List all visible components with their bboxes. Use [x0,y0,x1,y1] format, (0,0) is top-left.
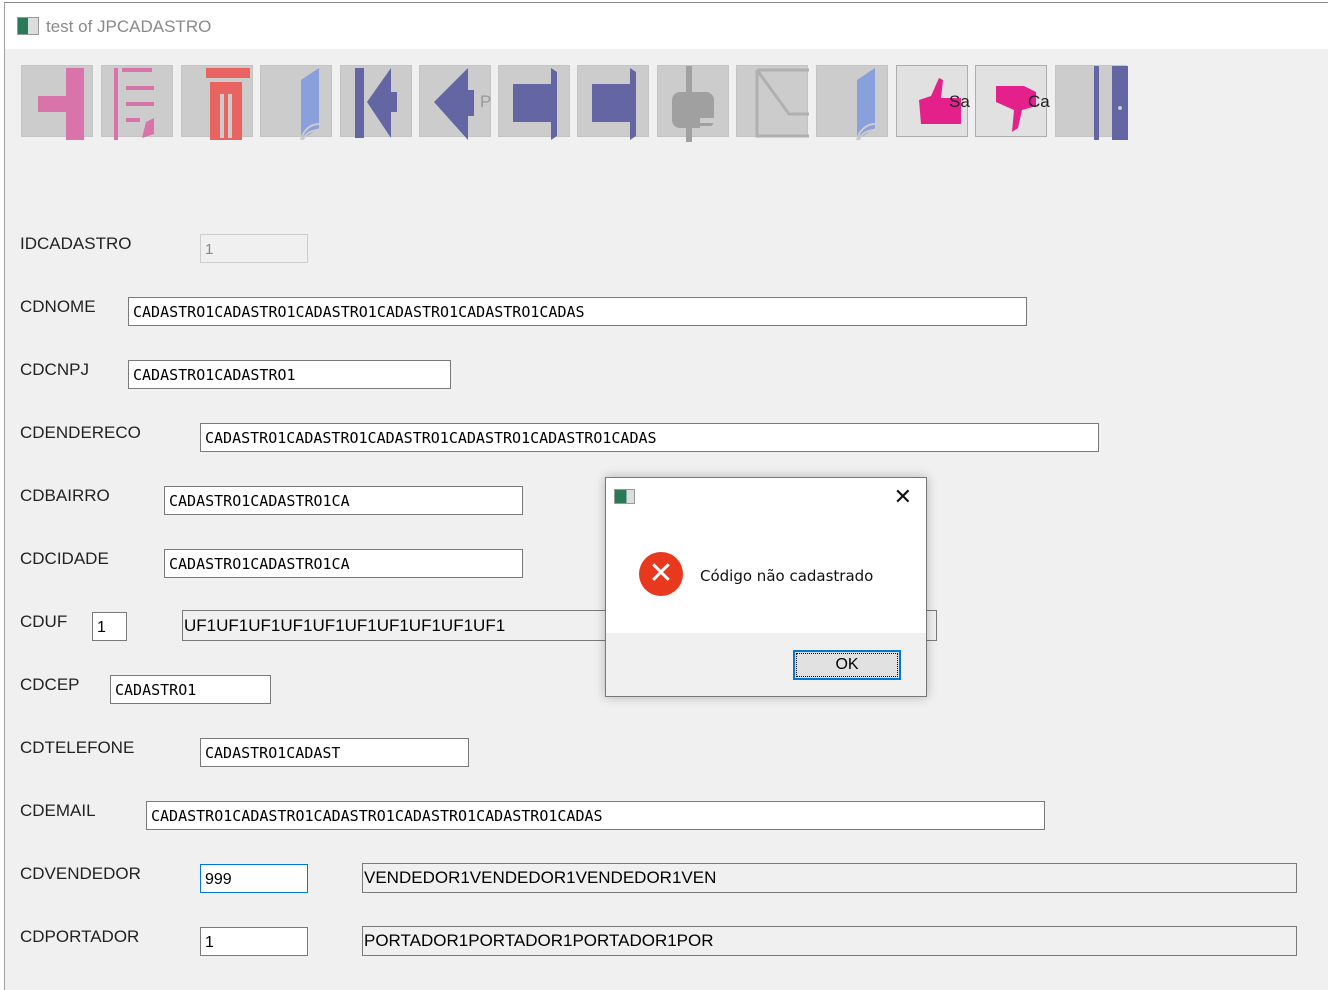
cdcep-input[interactable]: CADASTRO1 [110,675,271,704]
cdnome-input[interactable]: CADASTRO1CADASTRO1CADASTRO1CADASTRO1CADA… [128,297,1027,326]
title-bar: test of JPCADASTRO [5,3,1328,49]
label-cdendereco: CDENDERECO [20,423,141,442]
envelope-icon [755,68,809,138]
cdendereco-input[interactable]: CADASTRO1CADASTRO1CADASTRO1CADASTRO1CADA… [200,423,1099,452]
edit-button[interactable] [101,65,173,140]
new-button[interactable] [21,65,93,140]
cdportador-description: PORTADOR1PORTADOR1PORTADOR1POR [362,926,1297,956]
close-icon[interactable]: ✕ [894,486,912,508]
cdbairro-input[interactable]: CADASTRO1CADASTRO1CA [164,486,523,515]
plus-icon [38,68,84,140]
error-icon: ✕ [639,552,683,596]
delete-button[interactable] [181,65,253,140]
save-button[interactable]: Sa [896,65,970,137]
label-cduf: CDUF [20,612,68,631]
book-button[interactable] [260,65,332,141]
last-icon [592,68,636,140]
cdvendedor-description: VENDEDOR1VENDEDOR1VENDEDOR1VEN [362,863,1297,893]
cdvendedor-input[interactable]: 999 [200,864,308,893]
book-icon [856,68,876,141]
idcadastro-input[interactable]: 1 [200,234,308,263]
label-idcadastro: IDCADASTRO [20,234,132,253]
cdcnpj-input[interactable]: CADASTRO1CADASTRO1 [128,360,451,389]
last-button[interactable] [577,65,649,140]
error-dialog: ✕ ✕ Código não cadastrado OK [605,477,927,697]
dialog-body: ✕ ✕ Código não cadastrado [606,478,926,633]
label-cdcnpj: CDCNPJ [20,360,89,379]
edit-icon [114,68,154,140]
label-cdcep: CDCEP [20,675,80,694]
door-icon [1094,66,1128,140]
print-button[interactable] [657,65,729,142]
book-icon [300,68,320,141]
previous-button[interactable]: P [419,65,492,140]
cdtelefone-input[interactable]: CADASTRO1CADAST [200,738,469,767]
help-button[interactable] [816,65,888,141]
exit-button[interactable] [1055,65,1128,140]
label-cdtelefone: CDTELEFONE [20,738,135,757]
first-button[interactable] [340,65,412,138]
label-cdemail: CDEMAIL [20,801,96,820]
cdportador-input[interactable]: 1 [200,927,308,956]
cduf-input[interactable]: 1 [92,612,127,641]
cancel-button[interactable]: Ca [975,65,1050,137]
trash-icon [206,68,250,140]
cdcidade-input[interactable]: CADASTRO1CADASTRO1CA [164,549,523,578]
label-cdnome: CDNOME [20,297,96,316]
next-icon [513,68,557,140]
first-icon [355,68,397,138]
label-cdvendedor: CDVENDEDOR [20,864,141,883]
save-caption: Sa [949,92,970,111]
window-title: test of JPCADASTRO [46,17,212,36]
cdemail-input[interactable]: CADASTRO1CADASTRO1CADASTRO1CADASTRO1CADA… [146,801,1045,830]
app-icon [17,17,39,35]
previous-caption: P [480,92,492,111]
email-button[interactable] [736,65,809,138]
label-cdportador: CDPORTADOR [20,927,140,946]
label-cdbairro: CDBAIRRO [20,486,110,505]
print-icon [672,66,724,142]
ok-button[interactable]: OK [793,650,901,680]
dialog-message: Código não cadastrado [700,567,874,585]
dialog-app-icon [614,489,635,504]
cancel-caption: Ca [1028,92,1050,111]
label-cdcidade: CDCIDADE [20,549,109,568]
next-button[interactable] [498,65,570,140]
